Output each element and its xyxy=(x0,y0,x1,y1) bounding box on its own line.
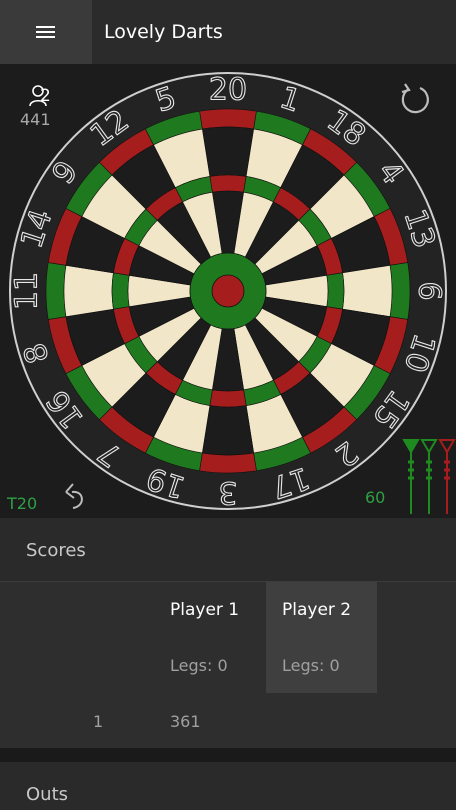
board-number-20: 20 xyxy=(209,73,247,108)
single-outer-3[interactable] xyxy=(202,405,254,456)
last-dart-label: T20 xyxy=(7,494,38,513)
dart-icon xyxy=(438,439,456,514)
menu-button[interactable] xyxy=(0,0,92,64)
single-outer-20[interactable] xyxy=(202,126,254,177)
player-column-2[interactable]: Player 2 Legs: 0 xyxy=(266,582,377,693)
scores-title: Scores xyxy=(26,540,86,561)
triple-11[interactable] xyxy=(111,272,130,310)
double-3[interactable] xyxy=(199,452,257,474)
dart-icon xyxy=(402,439,420,514)
undo-icon[interactable] xyxy=(62,480,90,510)
section-divider xyxy=(0,748,456,762)
darts-remaining xyxy=(402,439,456,514)
player-column-1[interactable]: Player 1 Legs: 0 xyxy=(154,582,265,693)
player-count: 2 xyxy=(40,86,51,106)
dart-score: 60 xyxy=(365,488,386,507)
dartboard-face[interactable] xyxy=(9,72,447,510)
board-number-3: 3 xyxy=(218,475,237,510)
player-legs: Legs: 0 xyxy=(282,656,340,675)
outs-title: Outs xyxy=(26,784,69,805)
double-20[interactable] xyxy=(199,108,257,130)
player-legs: Legs: 0 xyxy=(170,656,228,675)
app-header: Lovely Darts xyxy=(0,0,456,64)
bullseye[interactable] xyxy=(211,274,245,308)
player-name: Player 2 xyxy=(282,600,352,620)
scores-header[interactable]: Scores xyxy=(0,518,456,582)
board-number-6: 6 xyxy=(412,281,447,300)
player-name: Player 1 xyxy=(170,600,240,620)
app-title: Lovely Darts xyxy=(104,21,223,43)
dartboard-area: 20 1 18 4 13 6 10 15 2 17 3 19 7 16 8 11 14 9 12 5 xyxy=(0,64,456,518)
board-number-11: 11 xyxy=(10,272,45,310)
round-score: 361 xyxy=(170,712,201,731)
outs-header[interactable]: Outs xyxy=(0,762,456,810)
remaining-score: 441 xyxy=(20,110,51,129)
triple-6[interactable] xyxy=(326,272,345,310)
triple-3[interactable] xyxy=(209,389,247,408)
dart-icon xyxy=(420,439,438,514)
double-11[interactable] xyxy=(45,262,67,320)
refresh-icon[interactable] xyxy=(398,82,434,118)
double-6[interactable] xyxy=(389,262,411,320)
single-outer-11[interactable] xyxy=(63,265,114,317)
dartboard[interactable]: 20 11841361015217319716811149125 xyxy=(0,64,456,518)
triple-20[interactable] xyxy=(209,174,247,193)
single-outer-6[interactable] xyxy=(342,265,393,317)
round-number: 1 xyxy=(93,712,104,731)
